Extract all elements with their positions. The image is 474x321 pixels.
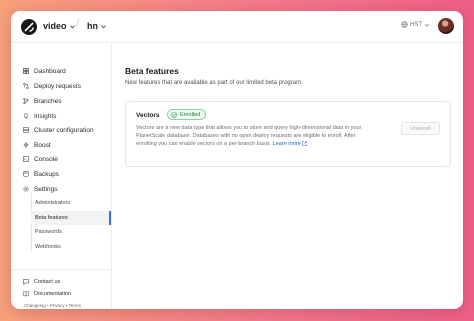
region-label: HST	[410, 21, 422, 28]
insights-icon	[23, 113, 29, 119]
subnav-item-administrators[interactable]: Administrators	[31, 196, 111, 210]
subnav-item-label: Administrators	[35, 200, 71, 206]
chevron-down-icon	[101, 24, 106, 28]
chevron-down-icon	[424, 23, 430, 27]
backups-icon	[23, 171, 29, 177]
chat-icon	[23, 279, 29, 285]
external-link-icon	[302, 141, 308, 147]
unenroll-button[interactable]: Unenroll	[401, 122, 440, 135]
subnav-item-label: Passwords	[35, 229, 62, 235]
cluster-icon	[23, 127, 29, 133]
check-circle-icon	[171, 111, 177, 118]
sidebar-item-settings[interactable]: Settings	[23, 183, 58, 195]
page-title: Beta features	[125, 66, 179, 76]
sidebar-item-insights[interactable]: Insights	[23, 110, 56, 122]
database-switcher[interactable]: hn	[87, 21, 107, 31]
console-icon	[23, 156, 29, 162]
learn-more-label: Learn more	[272, 141, 301, 148]
book-icon	[23, 291, 29, 297]
globe-icon	[401, 21, 408, 28]
region-selector[interactable]: HST	[401, 21, 430, 28]
database-name: hn	[87, 21, 98, 31]
sidebar-divider	[11, 269, 111, 270]
sidebar-item-label: Deploy requests	[34, 82, 81, 90]
learn-more-link[interactable]: Learn more	[273, 141, 308, 147]
branch-icon	[23, 98, 29, 104]
sidebar-item-branches[interactable]: Branches	[23, 95, 61, 107]
contact-us-link[interactable]: Contact us	[23, 279, 60, 285]
sidebar-item-boost[interactable]: Boost	[23, 139, 51, 151]
documentation-link[interactable]: Documentation	[23, 291, 71, 297]
contact-us-label: Contact us	[34, 279, 61, 285]
sidebar-item-label: Dashboard	[34, 67, 66, 75]
sidebar-item-label: Backups	[34, 170, 59, 178]
feature-card-vectors: Vectors Enrolled Vectors are a new data …	[125, 101, 451, 167]
sidebar-item-dashboard[interactable]: Dashboard	[23, 65, 66, 77]
deploy-icon	[23, 83, 29, 89]
subnav-item-beta-features[interactable]: Beta features	[31, 211, 111, 225]
org-switcher[interactable]: video	[43, 21, 76, 31]
subnav-item-webhooks[interactable]: Webhooks	[31, 240, 111, 254]
dashboard-icon	[23, 68, 29, 74]
feature-description: Vectors are a new data type that allows …	[136, 124, 376, 149]
status-badge-label: Enrolled	[180, 111, 201, 118]
feature-description-text: Vectors are a new data type that allows …	[136, 125, 362, 148]
subnav-item-label: Beta features	[35, 215, 68, 221]
sidebar-item-label: Cluster configuration	[34, 126, 94, 134]
top-bar: video / hn HST	[11, 11, 463, 43]
sidebar-item-deploy-requests[interactable]: Deploy requests	[23, 80, 81, 92]
subnav-item-label: Webhooks	[35, 244, 61, 250]
feature-name: Vectors	[136, 112, 160, 119]
sidebar-item-console[interactable]: Console	[23, 153, 58, 165]
sidebar: Dashboard Deploy requests Branches Insig…	[11, 43, 112, 309]
sidebar-item-label: Insights	[34, 112, 57, 120]
sidebar-item-cluster-configuration[interactable]: Cluster configuration	[23, 124, 94, 136]
status-badge: Enrolled	[167, 109, 207, 120]
main-content: Beta features New features that are avai…	[112, 43, 463, 309]
user-avatar[interactable]	[438, 18, 454, 34]
documentation-label: Documentation	[34, 291, 71, 297]
gear-icon	[23, 186, 29, 192]
app-window: video / hn HST Dashboard Deploy requests…	[11, 11, 463, 309]
sidebar-item-backups[interactable]: Backups	[23, 168, 59, 180]
org-name: video	[43, 21, 67, 31]
sidebar-item-label: Boost	[34, 141, 51, 149]
planetscale-logo-icon[interactable]	[21, 19, 37, 35]
sidebar-item-label: Settings	[34, 185, 58, 193]
chevron-down-icon	[69, 24, 75, 28]
subnav-item-passwords[interactable]: Passwords	[31, 225, 111, 239]
breadcrumb-separator: /	[76, 18, 80, 30]
page-subtitle: New features that are available as part …	[125, 80, 303, 86]
sidebar-item-label: Branches	[34, 97, 62, 105]
boost-icon	[23, 142, 29, 148]
sidebar-item-label: Console	[34, 155, 58, 163]
legal-links[interactable]: Changelog • Privacy • Terms	[24, 303, 81, 308]
